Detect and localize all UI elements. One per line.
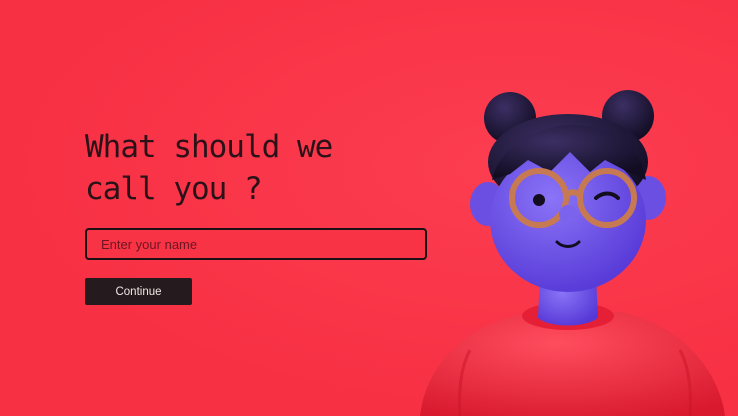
eye-open: [533, 194, 545, 206]
continue-button[interactable]: Continue: [85, 278, 192, 305]
avatar-illustration: [420, 90, 725, 416]
name-input[interactable]: [85, 228, 427, 260]
page-title: What should we call you ?: [85, 126, 415, 210]
onboarding-screen: What should we call you ? Continue: [0, 0, 738, 416]
title-line-2: call you ?: [85, 171, 263, 207]
title-line-1: What should we: [85, 129, 333, 165]
nose-shape: [559, 205, 577, 223]
